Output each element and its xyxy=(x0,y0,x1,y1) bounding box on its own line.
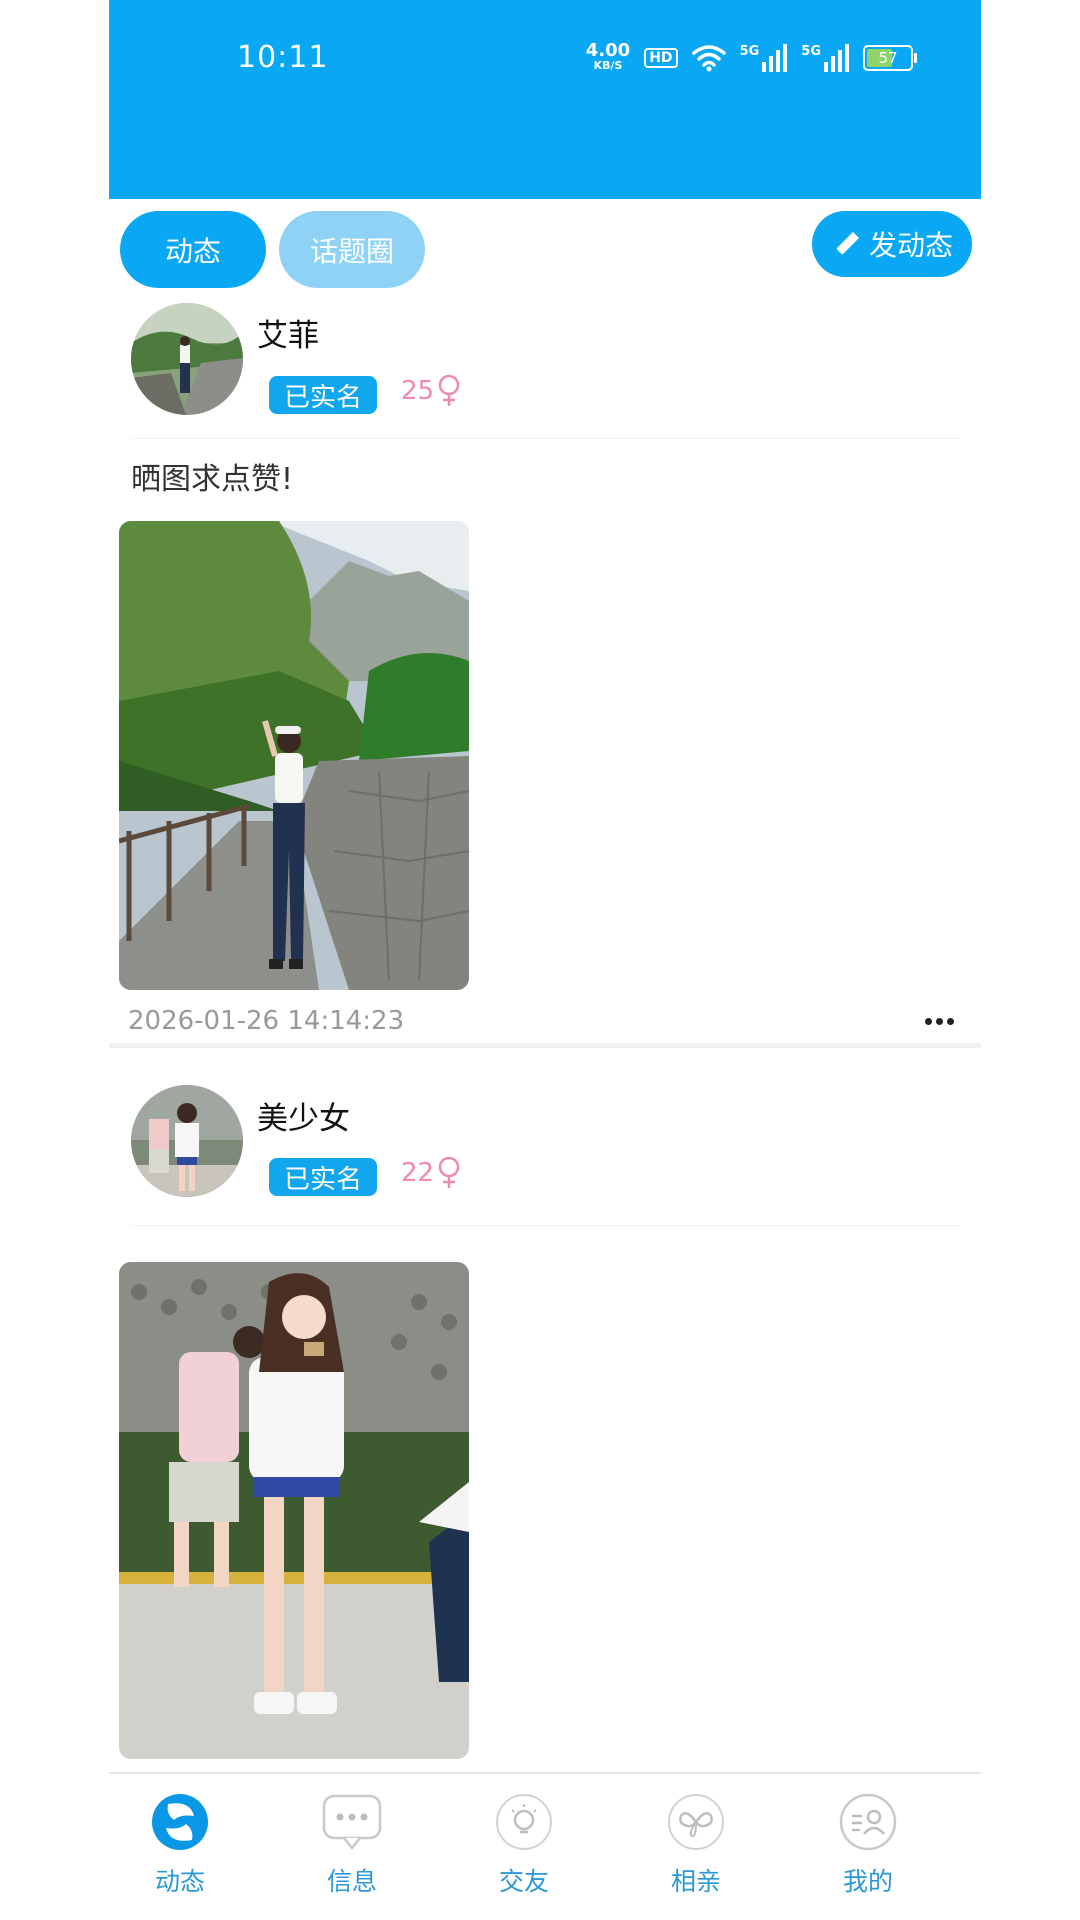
nav-label: 动态 xyxy=(154,1867,205,1896)
age-gender: 22 xyxy=(401,1156,462,1190)
nav-item-matchmaking[interactable]: 相亲 xyxy=(636,1792,756,1898)
friends-icon xyxy=(496,1794,552,1850)
status-bar: 10:11 4.00 KB/S HD 5G 5G 57 xyxy=(109,0,981,199)
pencil-icon xyxy=(834,232,859,256)
post-timestamp: 2026-01-26 14:14:23 xyxy=(128,1006,405,1036)
female-icon xyxy=(438,1156,460,1188)
net-speed: 4.00 KB/S xyxy=(585,40,631,73)
username[interactable]: 艾菲 xyxy=(257,310,319,355)
verified-badge: 已实名 xyxy=(269,1158,377,1196)
post-photo[interactable] xyxy=(119,1262,469,1759)
dynamic-icon xyxy=(152,1794,208,1850)
tab-dynamic[interactable]: 动态 xyxy=(120,211,266,288)
nav-label: 相亲 xyxy=(670,1867,721,1896)
right-margin xyxy=(971,0,1080,1920)
nav-item-dynamic[interactable]: 动态 xyxy=(120,1792,240,1898)
post-button[interactable]: 发动态 xyxy=(812,211,972,277)
nav-label: 信息 xyxy=(326,1867,377,1896)
status-time: 10:11 xyxy=(237,40,329,75)
hd-badge: HD xyxy=(644,48,678,68)
post-photo[interactable] xyxy=(119,521,469,990)
signal-icon-1: 5G xyxy=(740,44,788,72)
nav-item-message[interactable]: 信息 xyxy=(292,1792,412,1898)
post-divider xyxy=(109,1043,981,1048)
tab-topic-circle[interactable]: 话题圈 xyxy=(279,211,425,288)
message-icon xyxy=(322,1794,382,1851)
signal-icon-2: 5G xyxy=(801,44,849,72)
avatar[interactable] xyxy=(131,303,243,415)
status-icons: 4.00 KB/S HD 5G 5G 57 xyxy=(585,40,917,76)
matchmaking-icon xyxy=(668,1794,724,1850)
female-icon xyxy=(438,374,460,406)
wifi-icon xyxy=(691,45,726,72)
verified-badge: 已实名 xyxy=(269,376,377,414)
battery-icon: 57 xyxy=(863,45,917,71)
nav-item-profile[interactable]: 我的 xyxy=(808,1792,928,1898)
post-text: 晒图求点赞! xyxy=(131,462,294,497)
profile-icon xyxy=(839,1793,897,1851)
age-gender: 25 xyxy=(401,374,462,408)
nav-item-friends[interactable]: 交友 xyxy=(464,1792,584,1898)
divider xyxy=(131,1225,961,1226)
divider xyxy=(131,438,961,439)
app-screen: 10:11 4.00 KB/S HD 5G 5G 57 动态 话题圈 发动态 艾… xyxy=(109,0,981,1920)
nav-label: 交友 xyxy=(498,1867,549,1896)
username[interactable]: 美少女 xyxy=(257,1093,350,1138)
more-options-icon[interactable] xyxy=(925,1018,954,1025)
bottom-nav: 动态 信息 交友 相亲 我的 xyxy=(109,1772,981,1920)
left-margin xyxy=(0,0,109,1920)
nav-label: 我的 xyxy=(842,1867,893,1896)
avatar[interactable] xyxy=(131,1085,243,1197)
